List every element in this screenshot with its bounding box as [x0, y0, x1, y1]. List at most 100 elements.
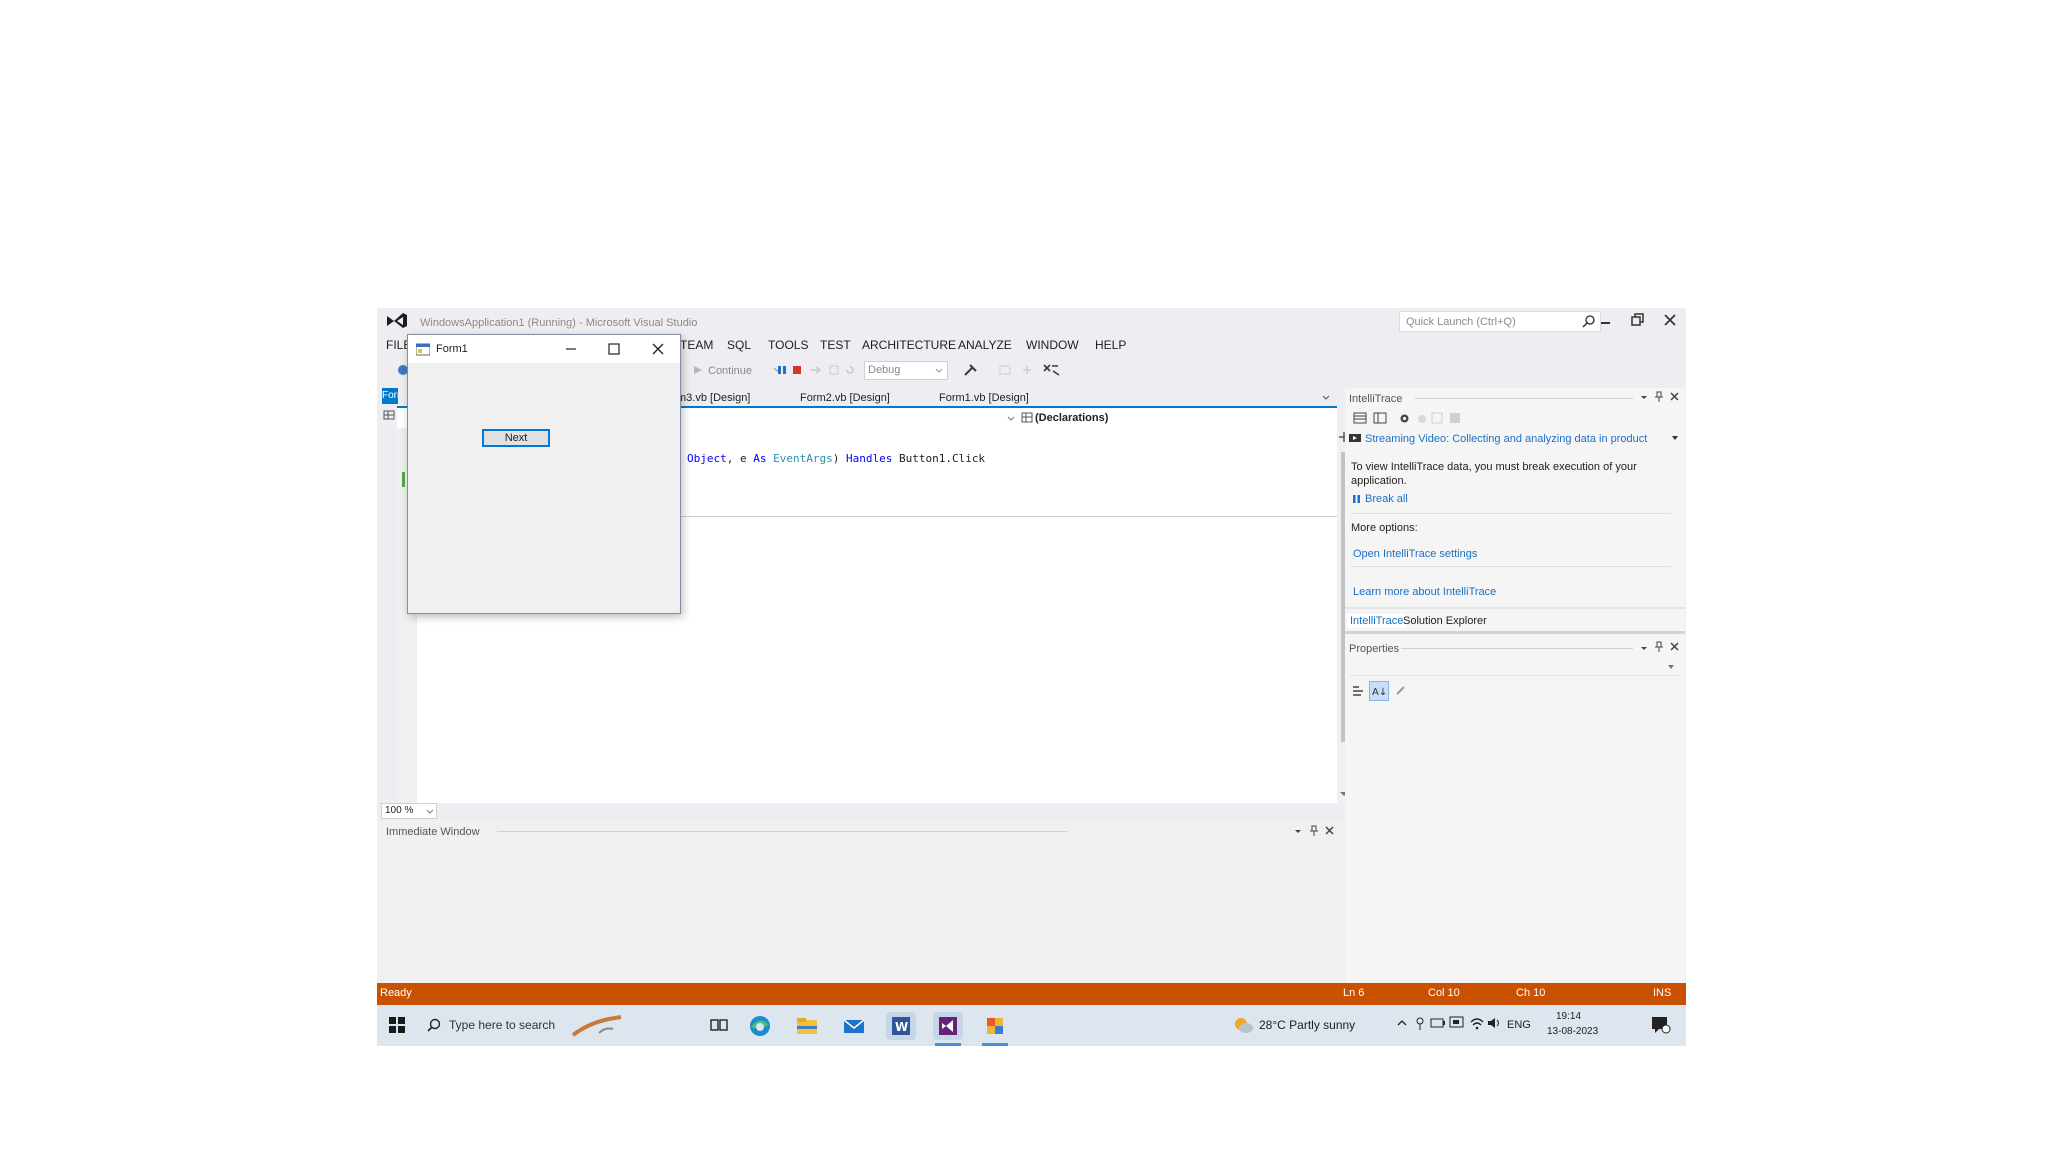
notifications-icon[interactable] — [1651, 1015, 1671, 1035]
file-explorer-icon[interactable] — [792, 1012, 822, 1040]
mail-icon[interactable] — [839, 1012, 869, 1040]
menu-help[interactable]: HELP — [1095, 338, 1126, 352]
menu-analyze[interactable]: ANALYZE — [958, 338, 1012, 352]
stop-icon[interactable] — [792, 365, 802, 375]
visual-studio-window: WindowsApplication1 (Running) - Microsof… — [377, 308, 1686, 1046]
minimize-icon[interactable] — [564, 342, 578, 356]
quick-launch-input[interactable]: Quick Launch (Ctrl+Q) — [1399, 311, 1601, 332]
minimize-icon[interactable] — [1599, 314, 1613, 328]
more-options-label: More options: — [1351, 522, 1418, 534]
intellitrace-title: IntelliTrace — [1349, 393, 1403, 405]
show-next-statement-icon[interactable] — [809, 365, 823, 375]
chevron-down-icon[interactable] — [1007, 413, 1015, 423]
learn-more-link[interactable]: Learn more about IntelliTrace — [1353, 585, 1496, 599]
pause-icon[interactable] — [777, 365, 787, 375]
chevron-down-icon[interactable] — [1639, 643, 1649, 653]
edge-browser-icon[interactable] — [745, 1012, 775, 1040]
toolbar-disabled-icon[interactable] — [1021, 364, 1033, 376]
chevron-down-icon[interactable] — [1639, 392, 1649, 402]
chevron-down-icon[interactable] — [1293, 826, 1303, 836]
tab-form3-design[interactable]: m3.vb [Design] — [677, 391, 750, 405]
immediate-window-title: Immediate Window — [386, 826, 480, 838]
property-pages-icon[interactable] — [1395, 684, 1407, 696]
clock-time[interactable]: 19:14 — [1556, 1010, 1581, 1024]
search-highlight-icon — [569, 1013, 625, 1039]
tab-solution-explorer[interactable]: Solution Explorer — [1403, 614, 1487, 628]
pane-splitter[interactable] — [1345, 631, 1685, 634]
task-view-icon[interactable] — [710, 1017, 728, 1033]
pin-icon[interactable] — [1654, 641, 1664, 653]
weather-text[interactable]: 28°C Partly sunny — [1259, 1018, 1355, 1033]
tab-form2-design[interactable]: Form2.vb [Design] — [800, 391, 890, 405]
save-icon[interactable] — [1449, 412, 1461, 424]
visual-studio-taskbar-icon[interactable] — [933, 1012, 963, 1040]
zoom-select[interactable]: 100 % — [381, 803, 437, 819]
wifi-icon[interactable] — [1469, 1016, 1485, 1030]
menu-sql[interactable]: SQL — [727, 338, 751, 352]
categorized-icon[interactable] — [1351, 684, 1365, 698]
language-indicator[interactable]: ENG — [1507, 1018, 1531, 1032]
intellitrace-info-text: To view IntelliTrace data, you must brea… — [1351, 461, 1637, 487]
windows-start-icon[interactable] — [389, 1017, 405, 1033]
chevron-up-icon[interactable] — [1396, 1018, 1408, 1028]
menu-architecture[interactable]: ARCHITECTURE — [862, 338, 956, 352]
word-icon[interactable]: W — [886, 1012, 916, 1040]
code-line: Object, e As EventArgs) Handles Button1.… — [687, 452, 986, 465]
disabled-icon[interactable] — [1431, 412, 1443, 424]
left-pinned-tab[interactable]: Form — [382, 388, 398, 404]
toolbar-disabled-icon[interactable] — [999, 364, 1011, 376]
streaming-video-banner[interactable]: Streaming Video: Collecting and analyzin… — [1347, 430, 1681, 448]
tab-intellitrace[interactable]: IntelliTrace — [1347, 614, 1407, 628]
window-title: WindowsApplication1 (Running) - Microsof… — [420, 317, 698, 329]
immediate-window-content[interactable] — [387, 841, 1307, 981]
status-line: Ln 6 — [1343, 987, 1365, 999]
close-icon[interactable] — [1669, 391, 1680, 402]
pane-divider — [1345, 607, 1685, 609]
method-dropdown[interactable]: (Declarations) — [1017, 408, 1337, 428]
close-icon[interactable] — [1324, 825, 1335, 836]
calls-view-icon[interactable] — [1373, 412, 1387, 424]
solution-configuration-select[interactable]: Debug — [864, 361, 948, 380]
alphabetical-icon[interactable]: A↓ — [1369, 681, 1389, 701]
taskbar-search-box[interactable]: Type here to search — [419, 1011, 629, 1039]
restore-icon[interactable] — [1631, 313, 1645, 327]
next-button[interactable]: Next — [482, 429, 550, 447]
form1-title: Form1 — [436, 343, 468, 355]
battery-icon[interactable] — [1430, 1017, 1446, 1029]
object-selector[interactable] — [1349, 659, 1679, 676]
immediate-window[interactable]: Immediate Window — [377, 821, 1345, 987]
pin-icon[interactable] — [1309, 825, 1319, 837]
disabled-icon[interactable] — [1417, 414, 1427, 424]
settings-gear-icon[interactable] — [1398, 412, 1411, 425]
diagnostics-icon[interactable] — [1043, 363, 1061, 377]
restart-icon[interactable] — [845, 365, 855, 375]
status-ready: Ready — [380, 987, 412, 999]
menu-window[interactable]: WINDOW — [1026, 338, 1079, 352]
open-settings-link[interactable]: Open IntelliTrace settings — [1353, 547, 1477, 561]
volume-icon[interactable] — [1487, 1016, 1503, 1030]
clock-date[interactable]: 13-08-2023 — [1547, 1025, 1598, 1039]
continue-button[interactable]: Continue — [708, 364, 752, 378]
title-rule — [497, 831, 1067, 832]
pin-icon[interactable] — [1654, 391, 1664, 403]
continue-icon[interactable] — [693, 365, 703, 375]
close-icon[interactable] — [1669, 641, 1680, 652]
menu-team[interactable]: TEAM — [680, 338, 713, 352]
status-column: Col 10 — [1428, 987, 1460, 999]
tab-form1-design[interactable]: Form1.vb [Design] — [939, 391, 1029, 405]
device-icon[interactable] — [1449, 1016, 1465, 1030]
menu-tools[interactable]: TOOLS — [768, 338, 808, 352]
video-camera-icon — [1349, 433, 1361, 443]
weather-sun-icon[interactable] — [1232, 1015, 1254, 1035]
form-app-taskbar-icon[interactable] — [980, 1012, 1010, 1040]
attach-icon[interactable] — [963, 363, 979, 377]
close-icon[interactable] — [651, 342, 665, 356]
network-app-icon[interactable] — [1414, 1016, 1426, 1032]
visual-studio-logo-icon — [386, 312, 408, 329]
events-view-icon[interactable] — [1353, 412, 1367, 424]
menu-test[interactable]: TEST — [820, 338, 851, 352]
maximize-icon[interactable] — [607, 342, 621, 356]
close-icon[interactable] — [1663, 313, 1677, 327]
step-into-icon[interactable] — [829, 365, 839, 375]
chevron-down-icon[interactable] — [1321, 392, 1331, 402]
